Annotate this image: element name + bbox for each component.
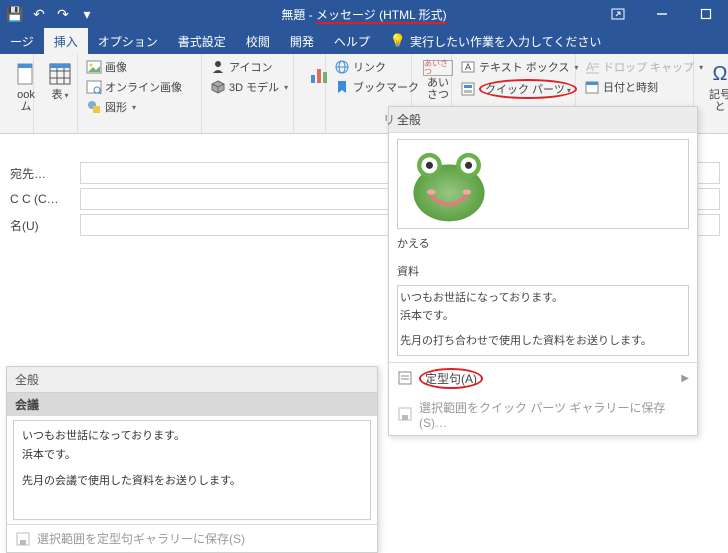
omega-icon: Ω xyxy=(706,60,728,88)
autotext-highlight: 定型句(A) xyxy=(419,368,483,389)
quick-parts-body: かえる 資料 いつもお世話になっております。 浜本です。 先月の打ち合わせで使用… xyxy=(389,133,697,362)
entry-title-shiryou: 資料 xyxy=(397,261,689,281)
quick-parts-category-header: リ 全般 xyxy=(389,107,697,133)
symbol-button[interactable]: Ω 記号と xyxy=(700,58,728,115)
tab-message[interactable]: ージ xyxy=(0,28,44,54)
tab-review[interactable]: 校閲 xyxy=(236,28,280,54)
save-gallery-icon xyxy=(15,531,31,547)
link-icon xyxy=(334,59,350,75)
calendar-icon xyxy=(584,79,600,95)
icons-icon xyxy=(210,59,226,75)
autotext-gallery-popup: 全般 会議 いつもお世話になっております。 浜本です。 先月の会議で使用した資料… xyxy=(6,366,378,553)
text-box-button[interactable]: A テキスト ボックス xyxy=(458,58,569,76)
online-pictures-icon xyxy=(86,79,102,95)
tell-me-box[interactable]: 💡 実行したい作業を入力してください xyxy=(380,28,611,54)
autotext-entry-kaigi[interactable]: いつもお世話になっております。 浜本です。 先月の会議で使用した資料をお送りしま… xyxy=(13,420,371,520)
online-pictures-button[interactable]: オンライン画像 xyxy=(84,78,195,96)
document-name: 無題 xyxy=(281,8,305,22)
autotext-category-header: 全般 xyxy=(7,367,377,392)
entry-title-kaeru: かえる xyxy=(397,233,689,253)
save-icon[interactable]: 💾 xyxy=(6,5,24,23)
text-box-icon: A xyxy=(460,59,476,75)
quick-parts-button[interactable]: クイック パーツ xyxy=(458,78,569,100)
tab-insert[interactable]: 挿入 xyxy=(44,28,88,54)
subject-label: 名(U) xyxy=(0,217,80,234)
quick-access-toolbar: 💾 ↶ ↷ ▾ xyxy=(0,5,96,23)
minimize-button[interactable] xyxy=(640,0,684,28)
ribbon-tabs: ージ 挿入 オプション 書式設定 校閲 開発 ヘルプ 💡 実行したい作業を入力し… xyxy=(0,28,728,54)
maximize-button[interactable] xyxy=(684,0,728,28)
pictures-button[interactable]: 画像 xyxy=(84,58,195,76)
shapes-button[interactable]: 図形 xyxy=(84,98,195,116)
autotext-menu-item[interactable]: 定型句(A) ▶ xyxy=(389,363,697,394)
cube-icon xyxy=(210,79,226,95)
bookmark-button[interactable]: ブックマーク xyxy=(332,78,405,96)
autotext-icon xyxy=(397,370,413,386)
cc-label[interactable]: C C (C… xyxy=(0,192,80,206)
group-chart xyxy=(294,54,326,133)
tab-format-text[interactable]: 書式設定 xyxy=(168,28,236,54)
greeting-icon: あいさつ xyxy=(423,60,453,76)
autotext-save-footer: 選択範囲を定型句ギャラリーに保存(S) xyxy=(7,524,377,552)
quick-parts-gallery-popup: リ 全般 かえる 資料 いつもお世話になっております。 浜本です。 xyxy=(388,106,698,436)
table-icon xyxy=(46,60,74,88)
bookmark-icon xyxy=(334,79,350,95)
group-illustrations-2: アイコン 3D モデル xyxy=(202,54,294,133)
redo-icon[interactable]: ↷ xyxy=(54,5,72,23)
3d-models-button[interactable]: 3D モデル xyxy=(208,78,287,96)
tab-help[interactable]: ヘルプ xyxy=(324,28,380,54)
link-button[interactable]: リンク xyxy=(332,58,405,76)
window-controls xyxy=(596,0,728,28)
to-label[interactable]: 宛先… xyxy=(0,165,80,182)
ribbon-display-options-icon[interactable] xyxy=(596,0,640,28)
svg-text:A: A xyxy=(465,62,471,72)
save-gallery-icon xyxy=(397,406,413,422)
qat-customize-icon[interactable]: ▾ xyxy=(78,5,96,23)
quick-parts-highlight: クイック パーツ xyxy=(479,79,577,99)
date-time-button[interactable]: 日付と時刻 xyxy=(582,78,687,96)
autotext-entry-title: 会議 xyxy=(7,392,377,416)
lightbulb-icon: 💡 xyxy=(390,33,406,49)
quick-parts-entry-shiryou[interactable]: いつもお世話になっております。 浜本です。 先月の打ち合わせで使用した資料をお送… xyxy=(397,285,689,356)
drop-cap-button[interactable]: A ドロップ キャップ xyxy=(582,58,687,76)
drop-cap-icon: A xyxy=(584,59,600,75)
undo-icon[interactable]: ↶ xyxy=(30,5,48,23)
title-bar: 💾 ↶ ↷ ▾ 無題 - メッセージ (HTML 形式) xyxy=(0,0,728,28)
group-table: 表 xyxy=(34,54,78,133)
group-outlook-item: ook ム xyxy=(0,54,34,133)
picture-icon xyxy=(86,59,102,75)
tab-options[interactable]: オプション xyxy=(88,28,168,54)
document-format: メッセージ (HTML 形式) xyxy=(316,8,447,24)
frog-icon xyxy=(404,144,494,224)
tab-developer[interactable]: 開発 xyxy=(280,28,324,54)
svg-text:A: A xyxy=(586,60,594,74)
submenu-arrow-icon: ▶ xyxy=(681,373,689,384)
table-button[interactable]: 表 xyxy=(40,58,80,103)
window-title: 無題 - メッセージ (HTML 形式) xyxy=(281,6,446,23)
group-illustrations-1: 画像 オンライン画像 図形 xyxy=(78,54,202,133)
save-selection-menu-item: 選択範囲をクイック パーツ ギャラリーに保存(S)… xyxy=(389,394,697,435)
quick-parts-entry-kaeru[interactable] xyxy=(397,139,689,229)
quick-parts-icon xyxy=(460,81,476,97)
quick-parts-menu: 定型句(A) ▶ 選択範囲をクイック パーツ ギャラリーに保存(S)… xyxy=(389,362,697,435)
group-symbols: Ω 記号と xyxy=(694,54,728,133)
shapes-icon xyxy=(86,99,102,115)
icons-button[interactable]: アイコン xyxy=(208,58,287,76)
